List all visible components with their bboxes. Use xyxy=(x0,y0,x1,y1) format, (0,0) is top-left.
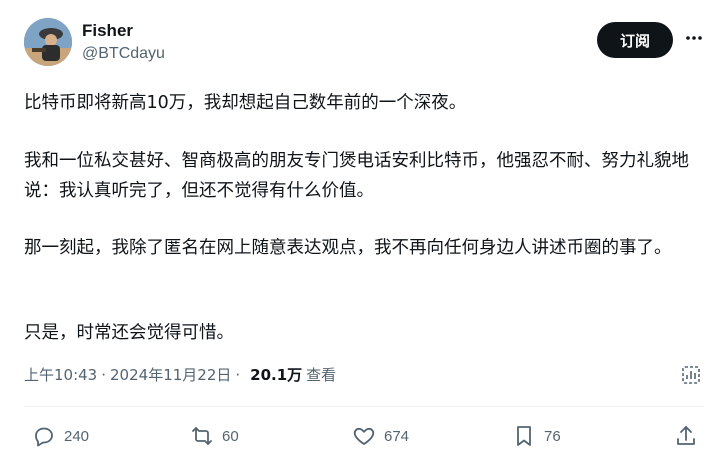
like-count: 674 xyxy=(384,427,410,445)
share-button[interactable] xyxy=(674,420,698,452)
subscribe-button[interactable]: 订阅 xyxy=(597,22,673,58)
retweet-button[interactable]: 60 xyxy=(190,420,239,452)
bookmark-button[interactable]: 76 xyxy=(512,420,561,452)
reply-icon xyxy=(35,427,53,447)
retweet-count: 60 xyxy=(222,427,239,445)
tweet-paragraph: 只是，时常还会觉得可惜。 xyxy=(24,323,234,343)
share-icon xyxy=(677,426,695,445)
meta-separator: · xyxy=(101,365,107,384)
tweet-time[interactable]: 上午10:43 xyxy=(24,364,97,385)
tweet-header: Fisher @BTCdayu 订阅 xyxy=(24,18,704,68)
author-handle[interactable]: @BTCdayu xyxy=(82,45,165,63)
reply-button[interactable]: 240 xyxy=(32,420,89,452)
divider xyxy=(24,406,704,407)
like-button[interactable]: 674 xyxy=(352,420,409,452)
bookmark-icon xyxy=(517,426,531,446)
meta-separator: · xyxy=(235,365,241,384)
more-horizontal-icon[interactable] xyxy=(680,24,708,52)
heart-icon xyxy=(353,427,375,445)
tweet-meta: 上午10:43 · 2024年11月22日 · 20.1万 查看 xyxy=(24,364,336,385)
bookmark-count: 76 xyxy=(544,427,561,445)
reply-count: 240 xyxy=(64,427,90,445)
tweet-paragraph: 我和一位私交甚好、智商极高的朋友专门煲电话安利比特币，他强忍不耐、努力礼貌地说：… xyxy=(24,151,689,201)
views-count: 20.1万 xyxy=(250,366,303,384)
tweet-paragraph: 那一刻起，我除了匿名在网上随意表达观点，我不再向任何身边人讲述币圈的事了。 xyxy=(24,238,672,258)
tweet-paragraph: 比特币即将新高10万，我却想起自己数年前的一个深夜。 xyxy=(24,93,467,113)
action-bar: 240 60 674 76 xyxy=(24,420,704,452)
views-label: 查看 xyxy=(306,366,337,384)
avatar[interactable] xyxy=(24,18,72,66)
analytics-icon[interactable] xyxy=(680,364,702,386)
author-name[interactable]: Fisher xyxy=(82,21,133,41)
tweet-date[interactable]: 2024年11月22日 xyxy=(110,364,231,385)
retweet-icon xyxy=(192,427,212,445)
